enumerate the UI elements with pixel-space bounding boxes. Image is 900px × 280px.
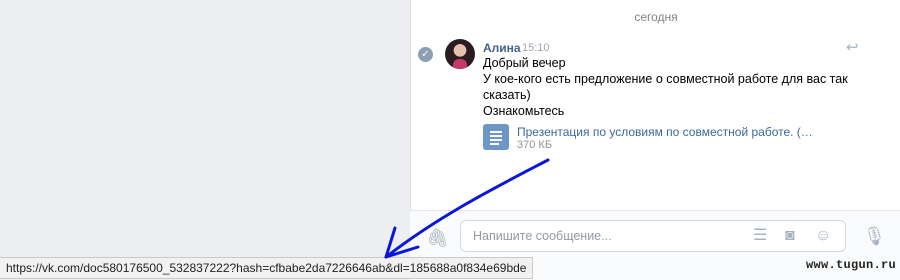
message-input-box[interactable]: ☰ ◙ ☺ — [460, 220, 846, 252]
template-list-icon[interactable]: ☰ — [753, 228, 767, 244]
attachment-link[interactable]: Презентация по условиям по совместной ра… — [517, 125, 813, 139]
document-icon[interactable] — [483, 124, 509, 150]
watermark: www.tugun.ru — [805, 258, 896, 272]
microphone-icon[interactable]: 🎙 — [863, 226, 886, 247]
message-line: Ознакомьтесь — [483, 104, 565, 118]
message-line: сказать) — [483, 88, 531, 102]
message-author[interactable]: Алина — [483, 41, 521, 55]
date-separator: сегодня — [634, 10, 678, 24]
checkmark-icon[interactable]: ✓ — [418, 47, 433, 62]
avatar[interactable] — [445, 39, 475, 69]
message-time[interactable]: 15:10 — [522, 42, 550, 54]
link-status-bar: https://vk.com/doc580176500_532837222?ha… — [0, 257, 534, 279]
attachment-size: 370 КБ — [517, 139, 553, 151]
reply-icon[interactable]: ↩ — [846, 38, 859, 56]
emoji-icon[interactable]: ☺ — [815, 228, 831, 244]
left-pane — [0, 0, 410, 279]
message-line: У кое-кого есть предложение о совместной… — [483, 72, 848, 86]
camera-icon[interactable]: ◙ — [785, 228, 795, 244]
message-input[interactable] — [471, 228, 745, 244]
paperclip-icon[interactable]: 🖇 — [426, 228, 449, 249]
message-line: Добрый вечер — [483, 56, 566, 70]
